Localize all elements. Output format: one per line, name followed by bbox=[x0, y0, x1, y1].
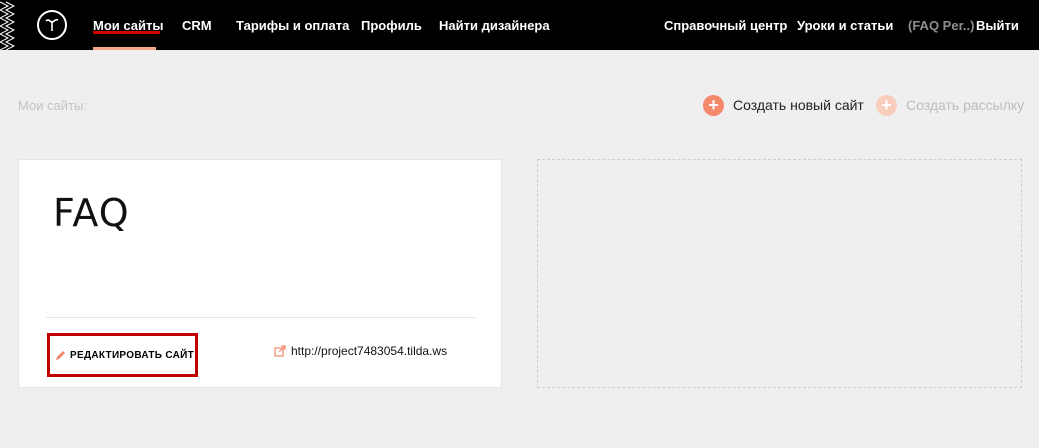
site-card: FAQ РЕДАКТИРОВАТЬ САЙТ http://project748… bbox=[18, 159, 502, 388]
card-divider bbox=[46, 317, 476, 318]
nav-account[interactable]: (FAQ Per..) bbox=[908, 18, 974, 33]
external-link-icon bbox=[274, 345, 286, 357]
tilda-logo[interactable] bbox=[37, 10, 67, 40]
page-title: Мои сайты: bbox=[18, 98, 87, 113]
edit-site-button[interactable]: РЕДАКТИРОВАТЬ САЙТ bbox=[47, 333, 198, 377]
plus-icon: + bbox=[876, 94, 897, 116]
empty-site-slot bbox=[537, 159, 1022, 388]
create-site-button[interactable]: + Создать новый сайт bbox=[703, 94, 864, 116]
nav-lessons[interactable]: Уроки и статьи bbox=[797, 18, 893, 33]
top-navigation-bar: Мои сайты CRM Тарифы и оплата Профиль На… bbox=[0, 0, 1039, 50]
nav-tariffs[interactable]: Тарифы и оплата bbox=[236, 18, 349, 33]
site-url-link[interactable]: http://project7483054.tilda.ws bbox=[274, 344, 447, 358]
create-mailing-button[interactable]: + Создать рассылку bbox=[876, 94, 1024, 116]
site-url-text: http://project7483054.tilda.ws bbox=[291, 344, 448, 358]
nav-profile[interactable]: Профиль bbox=[361, 18, 422, 33]
edit-site-label: РЕДАКТИРОВАТЬ САЙТ bbox=[70, 349, 195, 361]
plus-icon: + bbox=[703, 94, 724, 116]
pencil-icon bbox=[56, 350, 65, 360]
tilda-t-icon bbox=[45, 18, 59, 31]
create-mailing-label: Создать рассылку bbox=[906, 97, 1025, 113]
nav-active-indicator bbox=[93, 47, 156, 50]
zigzag-decoration-icon bbox=[0, 1, 16, 50]
create-site-label: Создать новый сайт bbox=[733, 97, 864, 113]
nav-logout[interactable]: Выйти bbox=[976, 18, 1019, 33]
site-title[interactable]: FAQ bbox=[53, 191, 130, 235]
nav-find-designer[interactable]: Найти дизайнера bbox=[439, 18, 550, 33]
nav-active-underline bbox=[93, 31, 160, 34]
nav-help-center[interactable]: Справочный центр bbox=[664, 18, 787, 33]
nav-crm[interactable]: CRM bbox=[182, 18, 212, 33]
